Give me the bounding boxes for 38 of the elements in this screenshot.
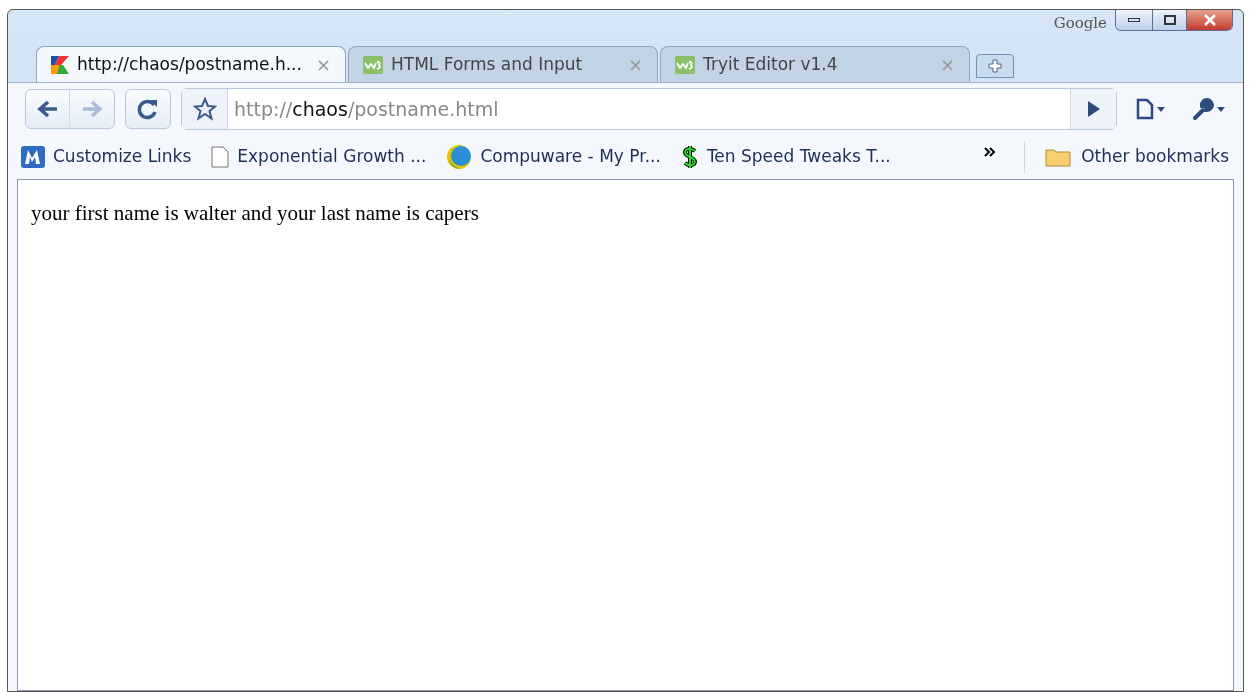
forward-arrow-icon xyxy=(81,100,103,118)
bookmark-icon xyxy=(21,146,45,168)
tab-title: HTML Forms and Input xyxy=(391,52,584,76)
folder-icon xyxy=(1045,147,1072,167)
caret-icon xyxy=(1156,106,1165,112)
browser-tab[interactable]: http://chaos/postname.h... × xyxy=(36,46,346,82)
bookmark-folder[interactable]: Other bookmarks xyxy=(1045,144,1233,170)
back-arrow-icon xyxy=(36,100,59,118)
close-icon xyxy=(1202,14,1217,26)
go-icon[interactable] xyxy=(1070,89,1116,129)
logo-icon xyxy=(51,55,69,74)
bookmark-item[interactable]: Customize Links xyxy=(21,144,192,170)
browser-tab[interactable]: Tryit Editor v1.4 × xyxy=(660,46,970,82)
dollar-icon xyxy=(680,145,699,169)
reload-icon xyxy=(137,98,159,120)
bookmark-item[interactable]: Ten Speed Tweaks T... xyxy=(680,144,891,170)
close-button[interactable] xyxy=(1186,10,1232,30)
bookmark-item[interactable]: Compuware - My Pr... xyxy=(446,144,661,170)
caret-icon xyxy=(1216,106,1225,112)
bookmark-item[interactable]: Exponential Growth ... xyxy=(211,144,427,170)
wrench-icon xyxy=(1191,98,1214,120)
page-icon xyxy=(211,146,230,168)
new-tab-button[interactable] xyxy=(976,54,1014,78)
brand-label: Google xyxy=(1053,13,1107,34)
page-icon xyxy=(1135,98,1154,120)
globe-icon xyxy=(446,144,473,170)
logo-icon xyxy=(675,55,695,74)
page-text: your first name is walter and your last name is capers xyxy=(31,200,480,227)
maximize-button[interactable] xyxy=(1152,10,1186,30)
reload-button[interactable] xyxy=(125,89,171,129)
tab-title: Tryit Editor v1.4 xyxy=(703,52,839,76)
tab-title: http://chaos/postname.h... xyxy=(77,52,303,76)
minimize-button[interactable] xyxy=(1116,10,1152,30)
browser-tab[interactable]: HTML Forms and Input × xyxy=(348,46,658,82)
logo-icon xyxy=(363,55,383,74)
plus-icon xyxy=(988,59,1002,73)
address-bar[interactable]: http://chaos/postname.html xyxy=(181,88,1117,130)
chevron-icon[interactable] xyxy=(984,147,997,157)
